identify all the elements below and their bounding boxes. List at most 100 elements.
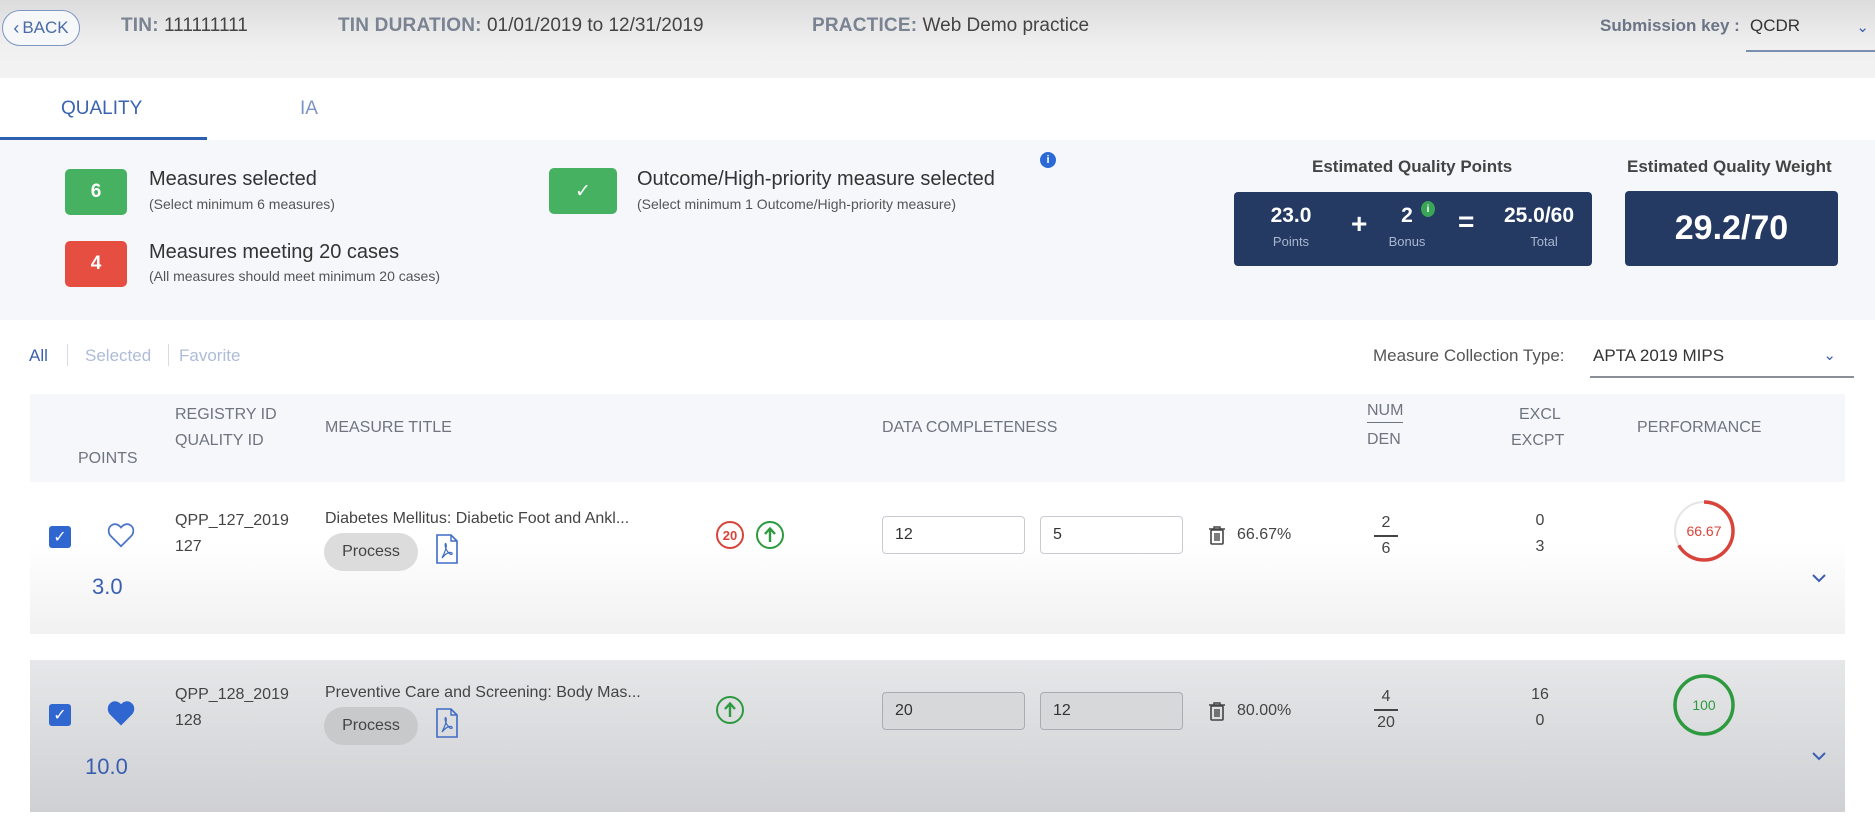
quality-points-box: 23.0 Points + 2 i Bonus = 25.0/60 Total	[1234, 192, 1592, 266]
measures-selected-subtitle: (Select minimum 6 measures)	[149, 196, 335, 212]
heart-filled-icon[interactable]	[106, 698, 136, 728]
trash-icon[interactable]	[1208, 701, 1226, 721]
duration-label: TIN DURATION:	[338, 15, 482, 36]
total-caption: Total	[1530, 234, 1558, 249]
measure-title[interactable]: Preventive Care and Screening: Body Mas.…	[325, 680, 641, 706]
header-points: POINTS	[78, 450, 138, 467]
excl-value: 0	[1535, 512, 1545, 529]
row-points: 3.0	[92, 574, 123, 599]
submission-key-label: Submission key :	[1600, 16, 1740, 35]
heart-outline-icon[interactable]	[106, 520, 136, 550]
dc-percent: 80.00%	[1237, 702, 1292, 719]
plus-sign: +	[1351, 208, 1368, 239]
trash-icon[interactable]	[1208, 525, 1226, 545]
excpt-value: 0	[1535, 712, 1545, 729]
tab-quality[interactable]: QUALITY	[61, 98, 142, 120]
excpt-value: 3	[1535, 538, 1545, 555]
tab-bar: QUALITY IA	[0, 78, 1875, 140]
summary-section: 6 Measures selected (Select minimum 6 me…	[0, 140, 1875, 320]
tab-ia[interactable]: IA	[300, 98, 318, 120]
chevron-left-icon: ‹	[13, 17, 20, 38]
filter-selected[interactable]: Selected	[85, 346, 151, 366]
dc-denominator-input[interactable]	[1040, 516, 1183, 554]
twenty-label: 20	[723, 528, 737, 543]
main-panel: QUALITY IA 6 Measures selected (Select m…	[0, 78, 1875, 820]
high-priority-arrow-icon	[756, 521, 784, 549]
filter-favorite[interactable]: Favorite	[179, 346, 240, 366]
measures-meeting-subtitle: (All measures should meet minimum 20 cas…	[149, 268, 440, 284]
top-header: ‹ BACK TIN: 111111111 TIN DURATION: 01/0…	[0, 0, 1875, 78]
tin-value: 111111111	[164, 15, 248, 36]
expand-row-chevron-icon[interactable]	[1810, 572, 1828, 584]
row-checkbox[interactable]: ✓	[49, 526, 71, 548]
quality-id: 128	[175, 712, 202, 729]
header-quality-id: QUALITY ID	[175, 432, 264, 449]
total-value: 25.0/60	[1503, 204, 1575, 227]
collection-type-select[interactable]: APTA 2019 MIPS ⌄	[1590, 336, 1854, 378]
weight-value: 29.2/70	[1674, 209, 1789, 247]
registry-id: QPP_128_2019	[175, 686, 289, 703]
fraction-bar	[1374, 535, 1398, 537]
measures-selected-title: Measures selected	[149, 168, 317, 190]
outcome-badge: ✓	[549, 168, 617, 214]
duration-value: 01/01/2019 to 12/31/2019	[486, 15, 704, 36]
dc-denominator-input[interactable]	[1040, 692, 1183, 730]
table-row: ✓ 10.0 QPP_128_2019 128 Preventive Care …	[30, 660, 1845, 812]
num-value: 2	[1381, 514, 1391, 531]
table-row: ✓ 3.0 QPP_127_2019 127 Diabetes Mellitus…	[30, 482, 1845, 634]
outcome-title: Outcome/High-priority measure selected	[637, 168, 995, 190]
measures-meeting-badge: 4	[65, 241, 127, 287]
practice-info: PRACTICE: Web Demo practice	[812, 15, 1089, 37]
filter-divider	[67, 344, 68, 366]
measure-title[interactable]: Diabetes Mellitus: Diabetic Foot and Ank…	[325, 506, 629, 532]
weight-label: Estimated Quality Weight	[1627, 157, 1832, 176]
row-checkbox[interactable]: ✓	[49, 704, 71, 726]
points-label: Estimated Quality Points	[1312, 157, 1513, 176]
filter-divider	[168, 344, 169, 366]
practice-value: Web Demo practice	[922, 15, 1090, 36]
performance-value: 100	[1692, 697, 1716, 713]
collection-type-value: APTA 2019 MIPS	[1593, 346, 1725, 365]
collection-type-label: Measure Collection Type:	[1373, 346, 1565, 365]
measure-type-pill: Process	[324, 707, 418, 745]
check-icon: ✓	[575, 180, 591, 202]
points-value: 23.0	[1270, 204, 1312, 227]
num-den-fraction: 4 20	[1366, 686, 1406, 734]
dc-percent: 66.67%	[1237, 526, 1292, 543]
tin-info: TIN: 111111111	[121, 15, 248, 37]
pdf-icon[interactable]	[435, 708, 459, 738]
submission-key-value: QCDR	[1750, 16, 1801, 35]
dc-numerator-input[interactable]	[882, 516, 1025, 554]
performance-ring: 100	[1673, 674, 1735, 736]
registry-id: QPP_127_2019	[175, 512, 289, 529]
pdf-icon[interactable]	[435, 534, 459, 564]
outcome-subtitle: (Select minimum 1 Outcome/High-priority …	[637, 196, 956, 212]
header-excpt: EXCPT	[1511, 432, 1565, 449]
table-header: POINTS REGISTRY ID QUALITY ID MEASURE TI…	[30, 394, 1845, 482]
filter-all[interactable]: All	[29, 346, 48, 366]
back-label: BACK	[22, 18, 69, 37]
practice-label: PRACTICE:	[812, 15, 918, 36]
back-button[interactable]: ‹ BACK	[2, 10, 80, 46]
measure-type-pill: Process	[324, 533, 418, 571]
num-value: 4	[1381, 688, 1391, 705]
header-den: DEN	[1367, 431, 1401, 448]
chevron-down-icon: ⌄	[1856, 19, 1869, 36]
info-icon[interactable]: i	[1040, 152, 1056, 168]
header-data-completeness: DATA COMPLETENESS	[882, 419, 1058, 436]
header-registry-id: REGISTRY ID	[175, 406, 277, 423]
measures-selected-badge: 6	[65, 169, 127, 215]
bonus-caption: Bonus	[1388, 234, 1426, 249]
quality-id: 127	[175, 538, 202, 555]
dc-numerator-input[interactable]	[882, 692, 1025, 730]
twenty-cases-icon: 20	[716, 521, 744, 549]
bonus-info-icon[interactable]: i	[1421, 201, 1435, 217]
equals-sign: =	[1458, 206, 1475, 237]
points-caption: Points	[1272, 234, 1310, 249]
excl-value: 16	[1531, 686, 1549, 703]
performance-ring: 66.67	[1673, 500, 1735, 562]
expand-row-chevron-icon[interactable]	[1810, 750, 1828, 762]
header-excl: EXCL	[1519, 406, 1561, 423]
performance-value: 66.67	[1686, 523, 1721, 539]
submission-key-select[interactable]: QCDR ⌄	[1746, 10, 1875, 52]
